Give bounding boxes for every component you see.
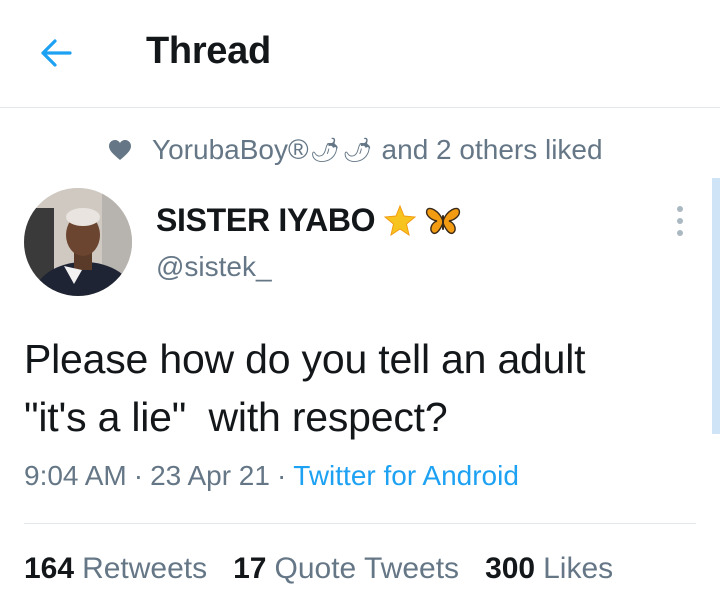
butterfly-icon bbox=[426, 207, 461, 234]
avatar[interactable] bbox=[24, 188, 132, 296]
tweet-meta: 9:04 AM · 23 Apr 21 · Twitter for Androi… bbox=[24, 460, 519, 492]
more-dot bbox=[677, 206, 683, 212]
more-options-button[interactable] bbox=[668, 206, 692, 236]
retweets-count: 164 bbox=[24, 552, 75, 585]
likes-count: 300 bbox=[485, 552, 536, 585]
quote-tweets-count: 17 bbox=[233, 552, 267, 585]
liked-by-user: YorubaBoy® bbox=[152, 134, 309, 165]
likes-label: Likes bbox=[543, 552, 614, 585]
tweet-source-link[interactable]: Twitter for Android bbox=[293, 460, 519, 492]
liked-context[interactable]: YorubaBoy® 🌶 🌶 and 2 others liked bbox=[108, 130, 603, 170]
butterfly-emoji bbox=[425, 206, 461, 236]
liked-suffix: and 2 others liked bbox=[381, 134, 603, 165]
heart-icon bbox=[109, 140, 131, 160]
arrow-left-icon bbox=[41, 39, 72, 67]
meta-separator: · bbox=[133, 460, 144, 491]
more-dot bbox=[677, 230, 683, 236]
chili-pepper-emoji: 🌶 bbox=[342, 136, 373, 164]
retweets-label: Retweets bbox=[82, 552, 208, 585]
top-bar: Thread bbox=[0, 0, 720, 108]
scrollbar[interactable] bbox=[712, 178, 720, 434]
more-dot bbox=[677, 218, 683, 224]
author-handle[interactable]: @sistek_ bbox=[156, 251, 272, 283]
thread-page: Thread YorubaBoy® 🌶 🌶 and 2 others liked… bbox=[0, 0, 720, 610]
glowing-star-icon bbox=[384, 204, 417, 236]
quote-tweets-label: Quote Tweets bbox=[274, 552, 460, 585]
author-name[interactable]: SISTER IYABO bbox=[156, 202, 461, 239]
chili-pepper-emoji: 🌶 bbox=[309, 136, 341, 164]
retweets-stat[interactable]: 164 Retweets bbox=[24, 552, 207, 586]
avatar-photo bbox=[24, 188, 132, 296]
star-emoji bbox=[383, 204, 417, 238]
tweet-text: Please how do you tell an adult "it's a … bbox=[24, 336, 586, 440]
tweet-stats: 164 Retweets 17 Quote Tweets 300 Likes bbox=[24, 552, 613, 586]
tweet-time: 9:04 AM bbox=[24, 460, 127, 491]
divider bbox=[24, 523, 696, 524]
likes-stat[interactable]: 300 Likes bbox=[485, 552, 613, 586]
author-display-name: SISTER IYABO bbox=[156, 202, 376, 238]
meta-separator: · bbox=[276, 460, 287, 491]
back-button[interactable] bbox=[30, 30, 82, 76]
tweet-date: 23 Apr 21 bbox=[150, 460, 270, 491]
page-title: Thread bbox=[146, 30, 271, 72]
quote-tweets-stat[interactable]: 17 Quote Tweets bbox=[233, 552, 459, 586]
